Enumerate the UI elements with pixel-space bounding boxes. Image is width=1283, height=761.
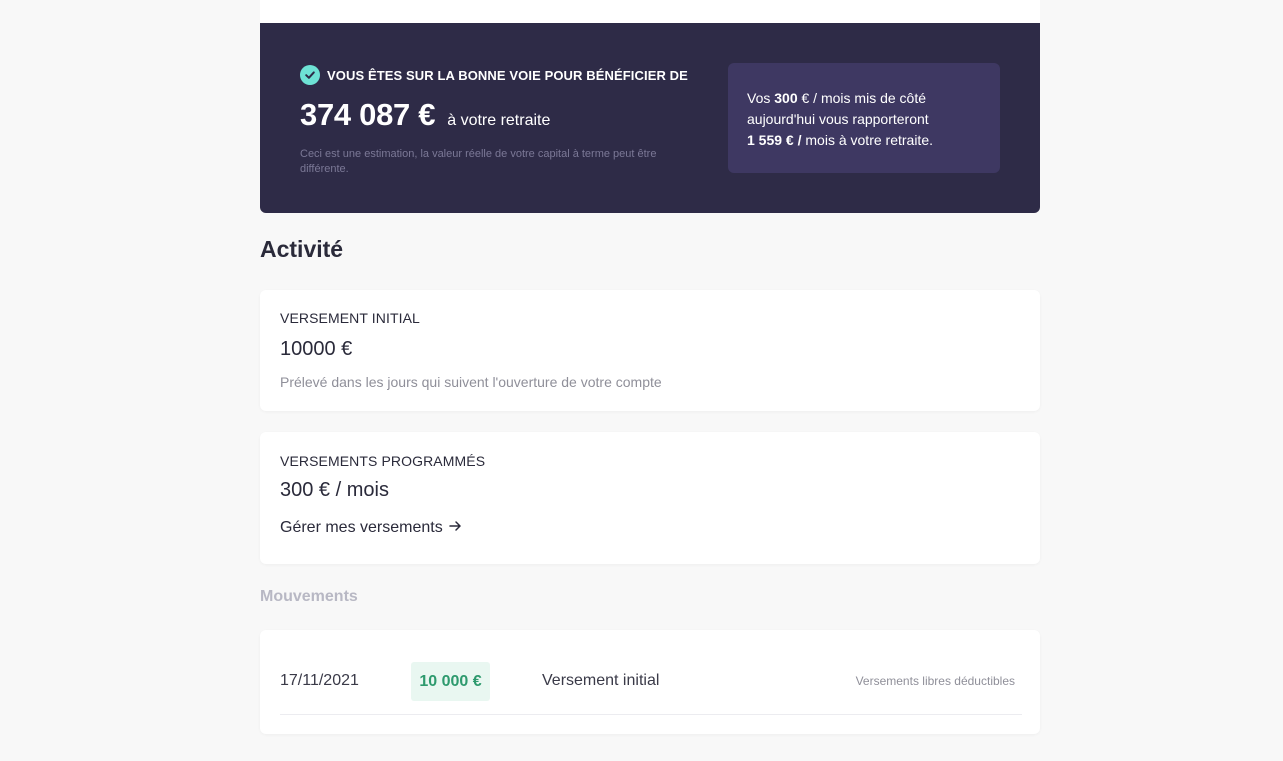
monthly-savings-projection: Vos 300 € / mois mis de côté aujourd'hui… <box>728 63 1000 173</box>
movement-date: 17/11/2021 <box>280 672 359 689</box>
top-white-strip <box>260 0 1040 23</box>
initial-payment-label: VERSEMENT INITIAL <box>280 310 420 326</box>
movements-card: 17/11/2021 10 000 € Versement initial Ve… <box>260 630 1040 734</box>
movements-title: Mouvements <box>260 588 358 605</box>
movement-label: Versement initial <box>542 672 660 689</box>
retirement-amount-row: 374 087 € à votre retraite <box>300 97 700 133</box>
retirement-amount: 374 087 € <box>300 97 436 132</box>
projection-monthly-unit: € / <box>797 90 821 106</box>
estimate-disclaimer: Ceci est une estimation, la valeur réell… <box>300 148 657 175</box>
scheduled-payments-value: 300 € / mois <box>280 479 389 501</box>
retirement-headline: VOUS ÊTES SUR LA BONNE VOIE POUR BÉNÉFIC… <box>300 65 700 85</box>
movement-row[interactable]: 17/11/2021 10 000 € Versement initial Ve… <box>280 662 1022 715</box>
activity-title: Activité <box>260 236 344 262</box>
arrow-right-icon <box>448 519 462 537</box>
monthly-savings-text: Vos 300 € / mois mis de côté aujourd'hui… <box>747 88 987 151</box>
check-circle-icon <box>300 65 320 85</box>
retirement-headline-text: VOUS ÊTES SUR LA BONNE VOIE POUR BÉNÉFIC… <box>327 67 688 83</box>
projection-monthly-amount: 300 <box>774 90 798 106</box>
movement-type: Versements libres déductibles <box>855 674 1015 688</box>
manage-payments-link[interactable]: Gérer mes versements <box>280 519 462 537</box>
initial-payment-card: VERSEMENT INITIAL 10000 € Prélevé dans l… <box>260 290 1040 411</box>
projection-future-text: mois à votre retraite. <box>801 132 933 148</box>
manage-payments-label: Gérer mes versements <box>280 519 443 536</box>
scheduled-payments-card: VERSEMENTS PROGRAMMÉS 300 € / mois Gérer… <box>260 432 1040 564</box>
projection-future-amount: 1 559 € / <box>747 132 802 148</box>
projection-prefix: Vos <box>747 90 775 106</box>
initial-payment-note: Prélevé dans les jours qui suivent l'ouv… <box>280 374 662 390</box>
movement-amount-badge: 10 000 € <box>411 662 490 701</box>
retirement-estimate: VOUS ÊTES SUR LA BONNE VOIE POUR BÉNÉFIC… <box>300 65 700 177</box>
retirement-summary-banner: VOUS ÊTES SUR LA BONNE VOIE POUR BÉNÉFIC… <box>260 23 1040 213</box>
scheduled-payments-label: VERSEMENTS PROGRAMMÉS <box>280 453 486 469</box>
retirement-amount-suffix: à votre retraite <box>447 112 551 129</box>
initial-payment-value: 10000 € <box>280 338 353 360</box>
